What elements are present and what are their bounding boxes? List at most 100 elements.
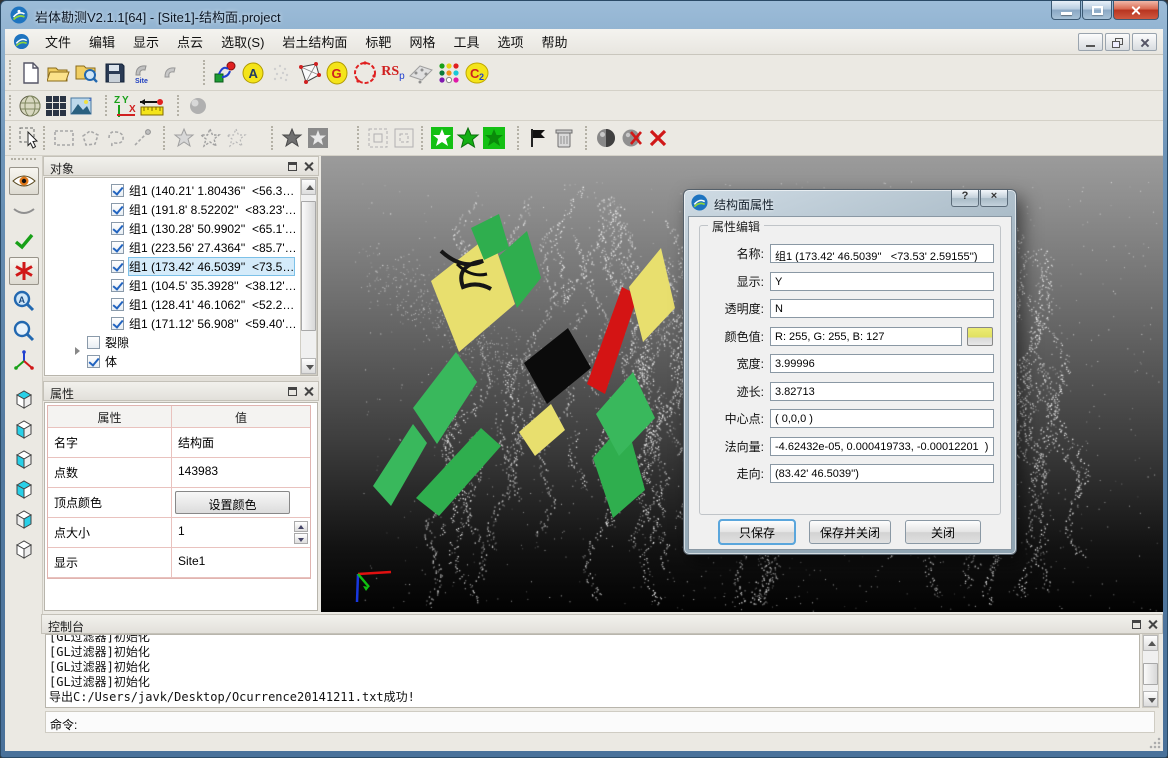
c2-tool-button[interactable]: C2: [463, 59, 491, 87]
rsp-tool-button[interactable]: RSp: [379, 59, 407, 87]
tree-item[interactable]: 组1 (130.28' 50.9902'' <65.1'…: [45, 219, 317, 238]
dialog-title-bar[interactable]: 结构面属性 ? ×: [684, 190, 1016, 216]
scroll-up-icon[interactable]: [301, 179, 316, 195]
axes-zyx-button[interactable]: ZYX: [113, 93, 139, 119]
auto-detect-button[interactable]: A: [239, 59, 267, 87]
tree-item[interactable]: 组1 (191.8' 8.52202'' <83.23'…: [45, 200, 317, 219]
close-panel-icon[interactable]: [303, 161, 314, 172]
open-search-button[interactable]: [73, 59, 101, 87]
maximize-button[interactable]: [1082, 1, 1112, 20]
star-select-add-button[interactable]: [197, 125, 223, 151]
cancel-button[interactable]: [645, 125, 671, 151]
new-file-button[interactable]: [17, 59, 45, 87]
menu-item[interactable]: 点云: [168, 29, 212, 55]
image-view-button[interactable]: ²: [69, 93, 95, 119]
field-input[interactable]: -4.62432e-05, 0.000419733, -0.00012201 ): [770, 437, 994, 456]
save-button[interactable]: [101, 59, 129, 87]
view-cube-bottom-button[interactable]: [9, 415, 39, 443]
tree-item[interactable]: 组1 (171.12' 56.908'' <59.40'…: [45, 314, 317, 333]
structural-plane[interactable]: [519, 404, 565, 456]
console-scrollbar[interactable]: [1142, 634, 1159, 708]
flag-button[interactable]: [525, 125, 551, 151]
measure-button[interactable]: [139, 93, 165, 119]
select-result-keep-button[interactable]: [429, 125, 455, 151]
item-checkbox[interactable]: [87, 336, 100, 349]
console-log[interactable]: [GL过滤器]初始化[GL过滤器]初始化[GL过滤器]初始化[GL过滤器]初始化…: [45, 634, 1140, 708]
star-mask-button[interactable]: [305, 125, 331, 151]
float-panel-icon[interactable]: [287, 161, 298, 172]
tree-scrollbar[interactable]: [300, 178, 317, 375]
point-size-spinner[interactable]: [294, 521, 308, 544]
objects-panel-header[interactable]: 对象: [43, 156, 319, 176]
item-checkbox[interactable]: [111, 298, 124, 311]
field-input[interactable]: Y: [770, 272, 994, 291]
scroll-up-icon[interactable]: [1143, 635, 1158, 651]
polygon-select-button[interactable]: [77, 125, 103, 151]
structural-plane[interactable]: [629, 248, 675, 342]
scroll-down-icon[interactable]: [301, 358, 316, 374]
resize-grip[interactable]: [1149, 737, 1161, 749]
structural-plane[interactable]: [524, 328, 591, 404]
menu-item[interactable]: 选项: [488, 29, 532, 55]
scroll-down-icon[interactable]: [1143, 691, 1158, 707]
spin-up-icon[interactable]: [294, 521, 308, 532]
float-panel-icon[interactable]: [287, 386, 298, 397]
zoom-button[interactable]: [9, 317, 39, 345]
tree-item[interactable]: 组1 (223.56' 27.4364'' <85.7'…: [45, 238, 317, 257]
item-checkbox[interactable]: [111, 279, 124, 292]
console-panel-header[interactable]: 控制台: [41, 614, 1163, 634]
color-groups-button[interactable]: [435, 59, 463, 87]
spin-down-icon[interactable]: [294, 533, 308, 544]
scroll-thumb[interactable]: [301, 201, 316, 331]
structural-plane[interactable]: [413, 352, 477, 444]
box-clip-out-button[interactable]: [391, 125, 417, 151]
globe-button[interactable]: [17, 93, 43, 119]
menu-item[interactable]: 网格: [400, 29, 444, 55]
view-cube-back-button[interactable]: [9, 475, 39, 503]
item-checkbox[interactable]: [111, 241, 124, 254]
view-cube-top-button[interactable]: [9, 385, 39, 413]
select-cursor-button[interactable]: [17, 125, 43, 151]
minimize-button[interactable]: [1051, 1, 1081, 20]
field-input[interactable]: (83.42' 46.5039''): [770, 464, 994, 483]
view-cube-right-button[interactable]: [9, 535, 39, 563]
tree-item[interactable]: 组1 (104.5' 35.3928'' <38.12'…: [45, 276, 317, 295]
mdi-minimize-button[interactable]: [1078, 33, 1103, 51]
field-input[interactable]: N: [770, 299, 994, 318]
view-cube-left-button[interactable]: [9, 505, 39, 533]
dialog-close-button[interactable]: ×: [980, 190, 1008, 207]
confirm-button[interactable]: [9, 227, 39, 255]
tree-item[interactable]: 体: [45, 352, 317, 371]
menu-item[interactable]: 岩土结构面: [273, 29, 356, 55]
properties-panel-header[interactable]: 属性: [43, 381, 319, 401]
zoom-all-button[interactable]: A: [9, 287, 39, 315]
float-panel-icon[interactable]: [1131, 619, 1142, 630]
menu-item[interactable]: 选取(S): [212, 29, 273, 55]
grid-button[interactable]: [43, 93, 69, 119]
mdi-close-button[interactable]: [1132, 33, 1157, 51]
select-result-star-button[interactable]: [455, 125, 481, 151]
menu-item[interactable]: 工具: [444, 29, 488, 55]
structural-plane[interactable]: [373, 424, 427, 506]
dialog-help-button[interactable]: ?: [951, 190, 979, 207]
star-invert-button[interactable]: [279, 125, 305, 151]
item-checkbox[interactable]: [111, 317, 124, 330]
color-swatch-button[interactable]: [967, 327, 993, 346]
field-input[interactable]: 组1 (173.42' 46.5039'' <73.53' 2.59155''): [770, 244, 994, 263]
field-input[interactable]: ( 0,0,0 ): [770, 409, 994, 428]
group-tool-button[interactable]: G: [323, 59, 351, 87]
sphere-show-button[interactable]: [593, 125, 619, 151]
menu-item[interactable]: 帮助: [532, 29, 576, 55]
item-checkbox[interactable]: [87, 355, 100, 368]
save-close-button[interactable]: 保存并关闭: [809, 520, 891, 544]
lasso-select-button[interactable]: [103, 125, 129, 151]
tree-item[interactable]: 裂隙: [45, 333, 317, 352]
mdi-restore-button[interactable]: [1105, 33, 1130, 51]
menu-item[interactable]: 编辑: [80, 29, 124, 55]
open-project-button[interactable]: [45, 59, 73, 87]
close-button[interactable]: [1113, 1, 1159, 20]
field-input[interactable]: 3.99996: [770, 354, 994, 373]
item-checkbox[interactable]: [111, 184, 124, 197]
box-clip-in-button[interactable]: [365, 125, 391, 151]
rect-select-button[interactable]: [51, 125, 77, 151]
